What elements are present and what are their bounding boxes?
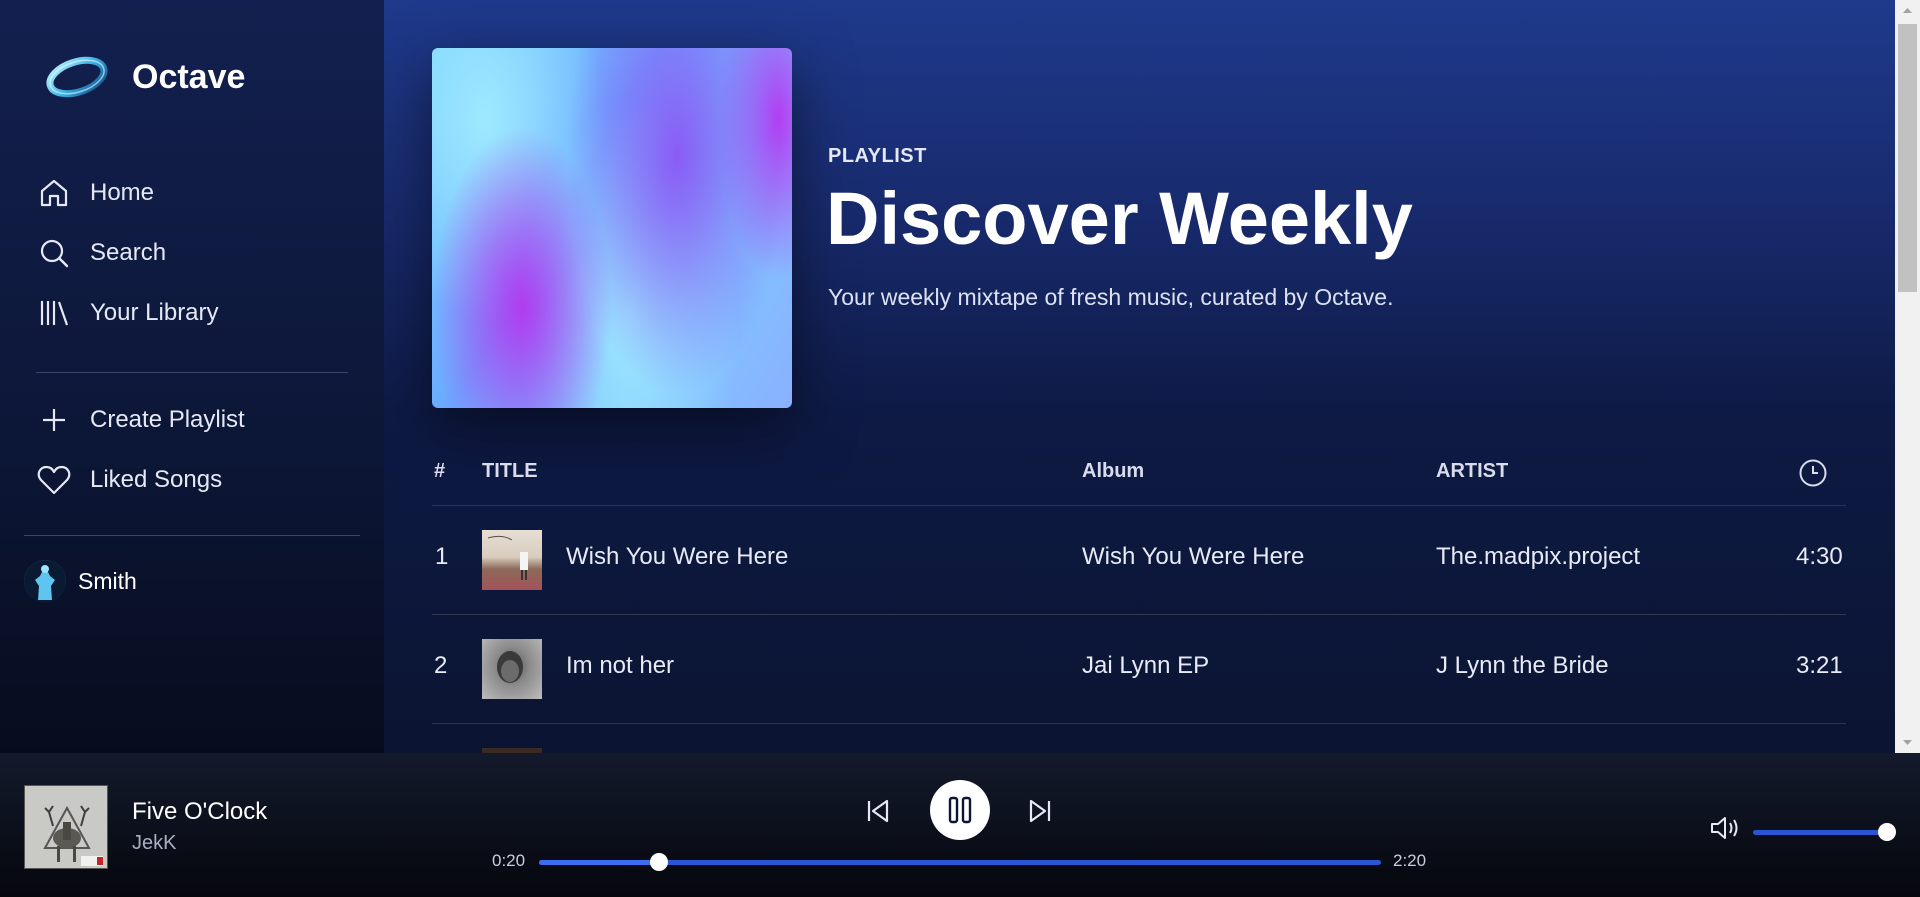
playlist-description: Your weekly mixtape of fresh music, cura… [828,284,1394,310]
pause-button[interactable] [930,780,990,840]
nav-item-label: Your Library [90,299,219,326]
album-thumbnail [482,639,542,699]
nav-item-search[interactable]: Search [36,223,356,283]
heart-icon [36,462,72,498]
scroll-up-arrow-icon[interactable] [1895,0,1920,20]
nav-item-label: Home [90,179,155,206]
sidebar-divider [36,372,348,373]
previous-track-button[interactable] [860,793,896,829]
track-title: Wish You Were Here [566,543,789,570]
volume-handle[interactable] [1878,823,1896,841]
nav-item-home[interactable]: Home [36,163,356,223]
playlist-cover [432,48,792,408]
main-nav: Home Search Your Library [36,163,356,343]
player-bar: Five O'Clock JekK 0:20 2:20 [0,753,1920,897]
progress-fill [539,860,660,865]
main-content: PLAYLIST Discover Weekly Your weekly mix… [384,0,1895,753]
progress-bar[interactable] [539,853,1381,871]
track-number: 2 [434,652,448,679]
track-title: Im not her [566,652,675,679]
track-duration: 3:21 [1796,652,1843,679]
page-title: Discover Weekly [826,177,1413,260]
skip-forward-icon [1029,799,1051,823]
track-album[interactable]: Wish You Were Here [1082,543,1304,571]
track-number: 1 [435,543,449,570]
progress-handle[interactable] [650,853,669,871]
nav-item-library[interactable]: Your Library [36,283,356,343]
volume-icon[interactable] [1708,813,1742,843]
track-artist[interactable]: J Lynn the Bride [1436,652,1609,680]
column-header-artist: ARTIST [1436,460,1509,482]
table-row[interactable]: 1 Wish You Were Here Wish You Were Here … [432,506,1846,615]
elapsed-time: 0:20 [492,851,526,870]
home-icon [36,175,72,211]
track-album[interactable]: Jai Lynn EP [1082,652,1209,680]
playlist-actions: Create Playlist Liked Songs [36,390,356,510]
track-table: # TITLE Album ARTIST 1 Wish You Were Her… [432,446,1846,753]
pause-icon [948,796,972,824]
search-icon [36,235,72,271]
scrollbar-thumb[interactable] [1898,24,1917,292]
user-name: Smith [78,567,137,594]
liked-songs-button[interactable]: Liked Songs [36,450,356,510]
volume-slider[interactable] [1753,823,1896,841]
create-playlist-button[interactable]: Create Playlist [36,390,356,450]
now-playing-title[interactable]: Five O'Clock [132,798,267,826]
table-row[interactable]: 2 Im not her Jai Lynn EP J Lynn the Brid… [432,615,1846,724]
now-playing-artist[interactable]: JekK [132,832,176,855]
now-playing-artwork[interactable] [24,785,108,869]
sidebar-divider [24,535,360,536]
library-icon [36,295,72,331]
scroll-down-arrow-icon[interactable] [1895,733,1920,753]
column-header-number: # [434,460,446,482]
page-scrollbar[interactable] [1895,0,1920,753]
avatar [24,560,66,602]
clock-icon [1798,458,1828,494]
octave-logo-icon [46,56,108,98]
brand[interactable]: Octave [44,50,245,104]
create-playlist-label: Create Playlist [90,406,245,433]
table-row[interactable] [432,724,1846,753]
track-duration: 4:30 [1796,543,1843,570]
playlist-type: PLAYLIST [828,145,927,167]
sidebar: Octave Home Search Your Library Create P… [0,0,384,753]
album-thumbnail [482,530,542,590]
app-name: Octave [132,57,246,96]
liked-songs-label: Liked Songs [90,466,223,493]
column-header-album: Album [1082,460,1145,482]
column-header-title: TITLE [482,460,538,482]
user-profile[interactable]: Smith [24,560,137,602]
track-artist[interactable]: The.madpix.project [1436,543,1640,571]
skip-back-icon [867,799,889,823]
table-header: # TITLE Album ARTIST [432,446,1846,506]
nav-item-label: Search [90,239,167,266]
next-track-button[interactable] [1022,793,1058,829]
plus-icon [36,402,72,438]
total-time: 2:20 [1393,851,1427,870]
